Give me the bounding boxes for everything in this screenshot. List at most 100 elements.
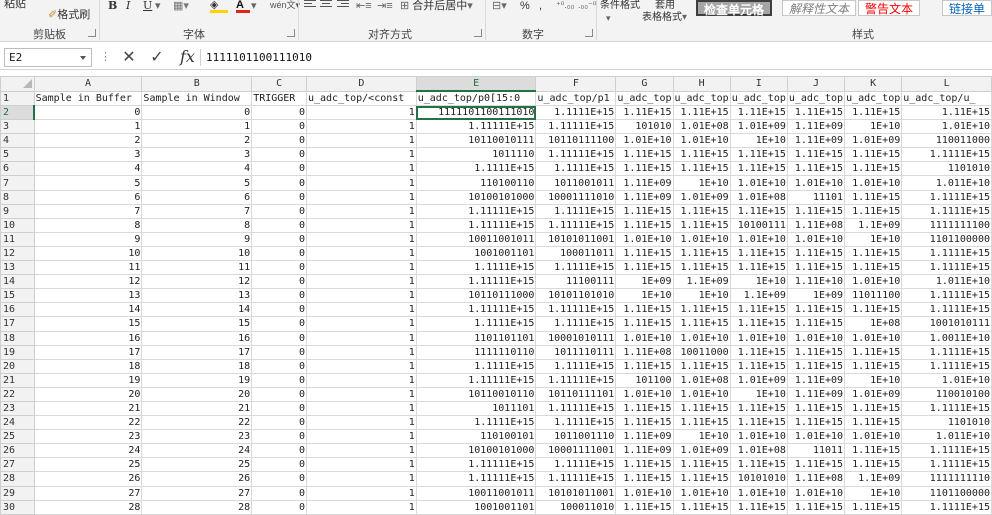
- cell[interactable]: 0: [251, 231, 307, 247]
- cell[interactable]: 1.1111E+15: [901, 457, 992, 473]
- cell[interactable]: 1.11E+15: [786, 415, 846, 431]
- fill-color-button[interactable]: ◈: [210, 0, 228, 14]
- underline-dropdown-icon[interactable]: ▾: [155, 0, 161, 15]
- cell[interactable]: 1.11E+15: [844, 499, 903, 515]
- cell[interactable]: 110100110: [415, 175, 537, 191]
- cell[interactable]: 0: [251, 217, 307, 233]
- cell[interactable]: 1.11111E+15: [415, 457, 537, 473]
- cell[interactable]: 1.1111E+15: [535, 358, 617, 374]
- cell[interactable]: 1.11E+15: [844, 203, 903, 219]
- row-header[interactable]: 17: [0, 316, 35, 332]
- cell[interactable]: 1.11E+10: [786, 274, 846, 290]
- cell[interactable]: 1.11E+15: [844, 344, 903, 360]
- cell[interactable]: 1.11E+15: [786, 499, 846, 515]
- cell[interactable]: 1.1111E+15: [415, 316, 537, 332]
- cell[interactable]: 1.01E+10: [844, 429, 903, 445]
- cell[interactable]: 15: [33, 316, 143, 332]
- row-header[interactable]: 25: [0, 429, 35, 445]
- table-format-button[interactable]: 表格格式▾: [642, 9, 687, 27]
- cell[interactable]: 10110010110: [415, 386, 537, 402]
- cell[interactable]: 1.11111E+15: [415, 203, 537, 219]
- cell[interactable]: 0: [141, 104, 253, 121]
- cell[interactable]: 19: [33, 372, 143, 388]
- cell[interactable]: 11011100: [844, 288, 903, 304]
- cell[interactable]: 0: [251, 119, 307, 135]
- row-header[interactable]: 5: [0, 147, 35, 163]
- cell[interactable]: 1.1111E+15: [901, 358, 992, 374]
- formula-input[interactable]: 1111101100111010: [206, 48, 986, 67]
- cell[interactable]: 1: [305, 372, 417, 388]
- cell[interactable]: 1.01E+10: [786, 330, 846, 346]
- cell[interactable]: 0: [251, 175, 307, 191]
- cell[interactable]: 1.11E+15: [729, 245, 788, 262]
- cell[interactable]: 10101010: [729, 471, 788, 487]
- number-launcher-icon[interactable]: [585, 29, 593, 37]
- header-cell[interactable]: Sample in Window: [141, 90, 253, 106]
- cell[interactable]: 1.01E+10: [615, 485, 674, 501]
- cell[interactable]: 1.11E+15: [615, 358, 674, 374]
- cell[interactable]: 1: [305, 443, 417, 459]
- cell[interactable]: 1.11E+15: [844, 245, 903, 262]
- cell[interactable]: 1.11E+15: [672, 358, 731, 374]
- cell[interactable]: 1.1111E+15: [901, 443, 992, 459]
- name-box[interactable]: E2: [4, 48, 92, 67]
- column-header-j[interactable]: J: [786, 76, 846, 92]
- cell[interactable]: 1.11E+15: [844, 189, 903, 205]
- cell[interactable]: 26: [141, 471, 253, 487]
- header-cell[interactable]: u_adc_top/<const: [305, 90, 417, 106]
- cell[interactable]: 1.1111E+15: [901, 189, 992, 205]
- cell[interactable]: 1.01E+10: [786, 231, 846, 247]
- row-header[interactable]: 23: [0, 400, 35, 417]
- border-icon[interactable]: ▦▾: [173, 0, 189, 15]
- cell[interactable]: 1.1111E+15: [535, 457, 617, 473]
- cell[interactable]: 1: [305, 119, 417, 135]
- cell[interactable]: 0: [251, 147, 307, 163]
- cell[interactable]: 1.11E+15: [615, 147, 674, 163]
- cell[interactable]: 1.011E+10: [901, 429, 992, 445]
- cell[interactable]: 26: [33, 471, 143, 487]
- row-header[interactable]: 30: [0, 499, 35, 515]
- cell[interactable]: 1: [305, 471, 417, 487]
- cell[interactable]: 1.11E+09: [786, 119, 846, 135]
- cell[interactable]: 101100: [615, 372, 674, 388]
- cancel-entry-icon[interactable]: ✕: [118, 48, 140, 67]
- cell[interactable]: 5: [141, 175, 253, 191]
- cell[interactable]: 1.01E+10: [901, 372, 992, 388]
- row-header[interactable]: 19: [0, 344, 35, 360]
- cell[interactable]: 1E+09: [786, 288, 846, 304]
- cell[interactable]: 1.1111E+15: [901, 203, 992, 219]
- cell[interactable]: 1.01E+10: [672, 485, 731, 501]
- row-header[interactable]: 27: [0, 457, 35, 473]
- align-right-icon[interactable]: [337, 0, 349, 10]
- column-header-c[interactable]: C: [251, 76, 307, 92]
- cell[interactable]: 1.11E+15: [615, 260, 674, 276]
- cell[interactable]: 28: [33, 499, 143, 515]
- cell[interactable]: 1.1111E+15: [901, 344, 992, 360]
- column-header-i[interactable]: I: [729, 76, 788, 92]
- cell[interactable]: 1.11E+15: [615, 415, 674, 431]
- cell[interactable]: 1.11E+15: [844, 161, 903, 177]
- cell[interactable]: 1.11E+15: [615, 245, 674, 262]
- cell[interactable]: 1: [305, 316, 417, 332]
- cell[interactable]: 1.01E+10: [672, 386, 731, 402]
- cell[interactable]: 1.11E+15: [844, 443, 903, 459]
- cell[interactable]: 1.1E+09: [844, 217, 903, 233]
- cell[interactable]: 1.1111E+15: [535, 203, 617, 219]
- style-warning-text[interactable]: 警告文本: [858, 0, 921, 16]
- cell[interactable]: 1E+10: [844, 119, 903, 135]
- cell[interactable]: 1.11E+15: [844, 260, 903, 276]
- cell[interactable]: 3: [141, 147, 253, 163]
- active-cell[interactable]: 1111101100111010: [415, 104, 537, 121]
- alignment-launcher-icon[interactable]: [474, 29, 482, 37]
- cell[interactable]: 1.01E+10: [615, 133, 674, 149]
- cell[interactable]: 1.11E+15: [786, 400, 846, 417]
- cell[interactable]: 2: [33, 133, 143, 149]
- cell[interactable]: 1.01E+08: [729, 443, 788, 459]
- cell[interactable]: 16: [33, 330, 143, 346]
- cell[interactable]: 1E+09: [615, 274, 674, 290]
- cell[interactable]: 1.01E+08: [672, 372, 731, 388]
- cell[interactable]: 24: [33, 443, 143, 459]
- font-color-button[interactable]: A: [236, 0, 250, 14]
- cell[interactable]: 1E+10: [844, 485, 903, 501]
- cell[interactable]: 1: [305, 260, 417, 276]
